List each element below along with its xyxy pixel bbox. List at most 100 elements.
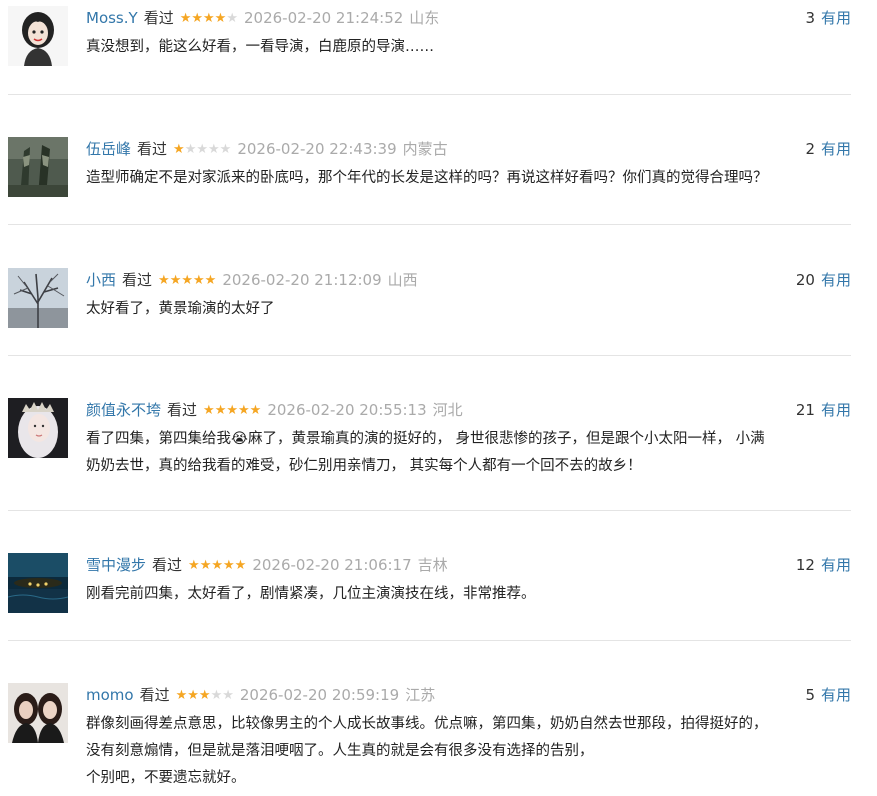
star-icon: ★: [181, 273, 193, 288]
star-icon: ★: [179, 11, 192, 26]
useful-button[interactable]: 有用: [821, 556, 851, 574]
comment-time: 2026-02-20 20:55:13: [267, 401, 427, 419]
avatar[interactable]: [8, 683, 68, 743]
star-icon: ★: [175, 688, 188, 703]
comment-meta: 颜值永不垮 看过 ★★★★★ 2026-02-20 20:55:13 河北: [86, 400, 463, 420]
vote-count: 2: [805, 140, 815, 158]
vote-count: 21: [795, 401, 815, 419]
avatar[interactable]: [8, 553, 68, 613]
divider: [8, 224, 851, 225]
vote-area: 3 有用: [805, 8, 851, 28]
watch-status: 看过: [152, 556, 183, 574]
user-name[interactable]: 颜值永不垮: [86, 401, 161, 419]
vote-area: 12 有用: [796, 555, 851, 575]
comment-text: 真没想到，能这么好看，一看导演，白鹿原的导演……: [86, 34, 852, 61]
vote-area: 20 有用: [796, 270, 851, 290]
star-icon: ★: [184, 142, 197, 157]
star-icon: ★: [198, 688, 211, 703]
divider: [8, 640, 851, 641]
star-icon: ★: [210, 688, 223, 703]
star-icon: ★: [226, 403, 238, 418]
comment-line: 看了四集，第四集给我😭麻了，黄景瑜真的演的挺好的， 身世很悲惨的孩子，但是跟个小…: [86, 431, 765, 447]
rating-stars: ★★★★★: [188, 556, 246, 576]
useful-button[interactable]: 有用: [821, 140, 851, 158]
watch-status: 看过: [139, 686, 170, 704]
avatar[interactable]: [8, 268, 68, 328]
user-name[interactable]: Moss.Y: [86, 9, 138, 27]
divider: [8, 510, 851, 511]
avatar[interactable]: [8, 398, 68, 458]
star-icon: ★: [211, 558, 223, 573]
comment-line: 个别吧，不要遗忘就好。: [86, 770, 246, 786]
star-icon: ★: [226, 11, 238, 26]
comment-location: 江苏: [405, 686, 436, 704]
star-icon: ★: [199, 558, 212, 573]
rating-stars: ★★★★★: [158, 271, 216, 291]
star-icon: ★: [234, 558, 247, 573]
star-icon: ★: [203, 403, 215, 418]
star-icon: ★: [158, 273, 170, 288]
star-icon: ★: [169, 273, 182, 288]
comment-location: 内蒙古: [402, 140, 448, 158]
star-icon: ★: [219, 142, 232, 157]
comment-meta: 伍岳峰 看过 ★★★★★ 2026-02-20 22:43:39 内蒙古: [86, 139, 448, 159]
vote-area: 21 有用: [796, 400, 851, 420]
comment-meta: 雪中漫步 看过 ★★★★★ 2026-02-20 21:06:17 吉林: [86, 555, 448, 575]
star-icon: ★: [208, 142, 220, 157]
useful-button[interactable]: 有用: [821, 9, 851, 27]
rating-stars: ★★★★★: [203, 401, 261, 421]
useful-button[interactable]: 有用: [821, 686, 851, 704]
avatar[interactable]: [8, 137, 68, 197]
comment-location: 河北: [432, 401, 463, 419]
comment-line: 没有刻意煽情，但是就是落泪哽咽了。人生真的就是会有很多没有选择的告别，: [86, 743, 594, 759]
star-icon: ★: [222, 688, 234, 703]
user-name[interactable]: 雪中漫步: [86, 556, 146, 574]
rating-stars: ★★★★★: [176, 686, 234, 706]
star-icon: ★: [223, 558, 235, 573]
rating-stars: ★★★★★: [173, 140, 231, 160]
avatar[interactable]: [8, 6, 68, 66]
vote-area: 5 有用: [805, 685, 851, 705]
comment-location: 吉林: [417, 556, 448, 574]
comment-time: 2026-02-20 22:43:39: [237, 140, 397, 158]
vote-count: 5: [805, 686, 815, 704]
comment-line: 群像刻画得差点意思，比较像男主的个人成长故事线。优点嘛，第四集，奶奶自然去世那段…: [86, 716, 768, 732]
star-icon: ★: [187, 688, 199, 703]
comment-meta: 小西 看过 ★★★★★ 2026-02-20 21:12:09 山西: [86, 270, 418, 290]
rating-stars: ★★★★★: [180, 9, 238, 29]
watch-status: 看过: [122, 271, 153, 289]
comment-text: 刚看完前四集，太好看了，剧情紧凑，几位主演演技在线，非常推荐。: [86, 581, 852, 608]
user-name[interactable]: momo: [86, 686, 134, 704]
comment-text: 群像刻画得差点意思，比较像男主的个人成长故事线。优点嘛，第四集，奶奶自然去世那段…: [86, 711, 852, 792]
star-icon: ★: [204, 273, 217, 288]
comment-time: 2026-02-20 21:06:17: [252, 556, 412, 574]
comment-line: 刚看完前四集，太好看了，剧情紧凑，几位主演演技在线，非常推荐。: [86, 586, 536, 602]
vote-count: 12: [795, 556, 815, 574]
user-name[interactable]: 小西: [86, 271, 116, 289]
comment-location: 山东: [409, 9, 440, 27]
star-icon: ★: [249, 403, 262, 418]
comment-time: 2026-02-20 21:12:09: [222, 271, 382, 289]
star-icon: ★: [214, 403, 227, 418]
comment-text: 看了四集，第四集给我😭麻了，黄景瑜真的演的挺好的， 身世很悲惨的孩子，但是跟个小…: [86, 426, 852, 480]
divider: [8, 94, 851, 95]
comment-location: 山西: [387, 271, 418, 289]
comment-text: 太好看了，黄景瑜演的太好了: [86, 296, 852, 323]
user-name[interactable]: 伍岳峰: [86, 140, 131, 158]
useful-button[interactable]: 有用: [821, 401, 851, 419]
comment-meta: momo 看过 ★★★★★ 2026-02-20 20:59:19 江苏: [86, 685, 435, 705]
star-icon: ★: [196, 142, 208, 157]
star-icon: ★: [203, 11, 215, 26]
comment-line: 奶奶去世，真的给我看的难受，砂仁别用亲情刀， 其实每个人都有一个回不去的故乡！: [86, 458, 642, 474]
star-icon: ★: [173, 142, 185, 157]
comment-line: 太好看了，黄景瑜演的太好了: [86, 301, 275, 317]
vote-area: 2 有用: [805, 139, 851, 159]
comment-text: 造型师确定不是对家派来的卧底吗，那个年代的长发是这样的吗？再说这样好看吗？你们真…: [86, 165, 852, 192]
star-icon: ★: [193, 273, 205, 288]
watch-status: 看过: [167, 401, 198, 419]
comment-list: Moss.Y 看过 ★★★★★ 2026-02-20 21:24:52 山东 3 有用 真…: [0, 0, 877, 796]
comment-line: 真没想到，能这么好看，一看导演，白鹿原的导演……: [86, 39, 434, 55]
useful-button[interactable]: 有用: [821, 271, 851, 289]
star-icon: ★: [238, 403, 250, 418]
star-icon: ★: [188, 558, 200, 573]
